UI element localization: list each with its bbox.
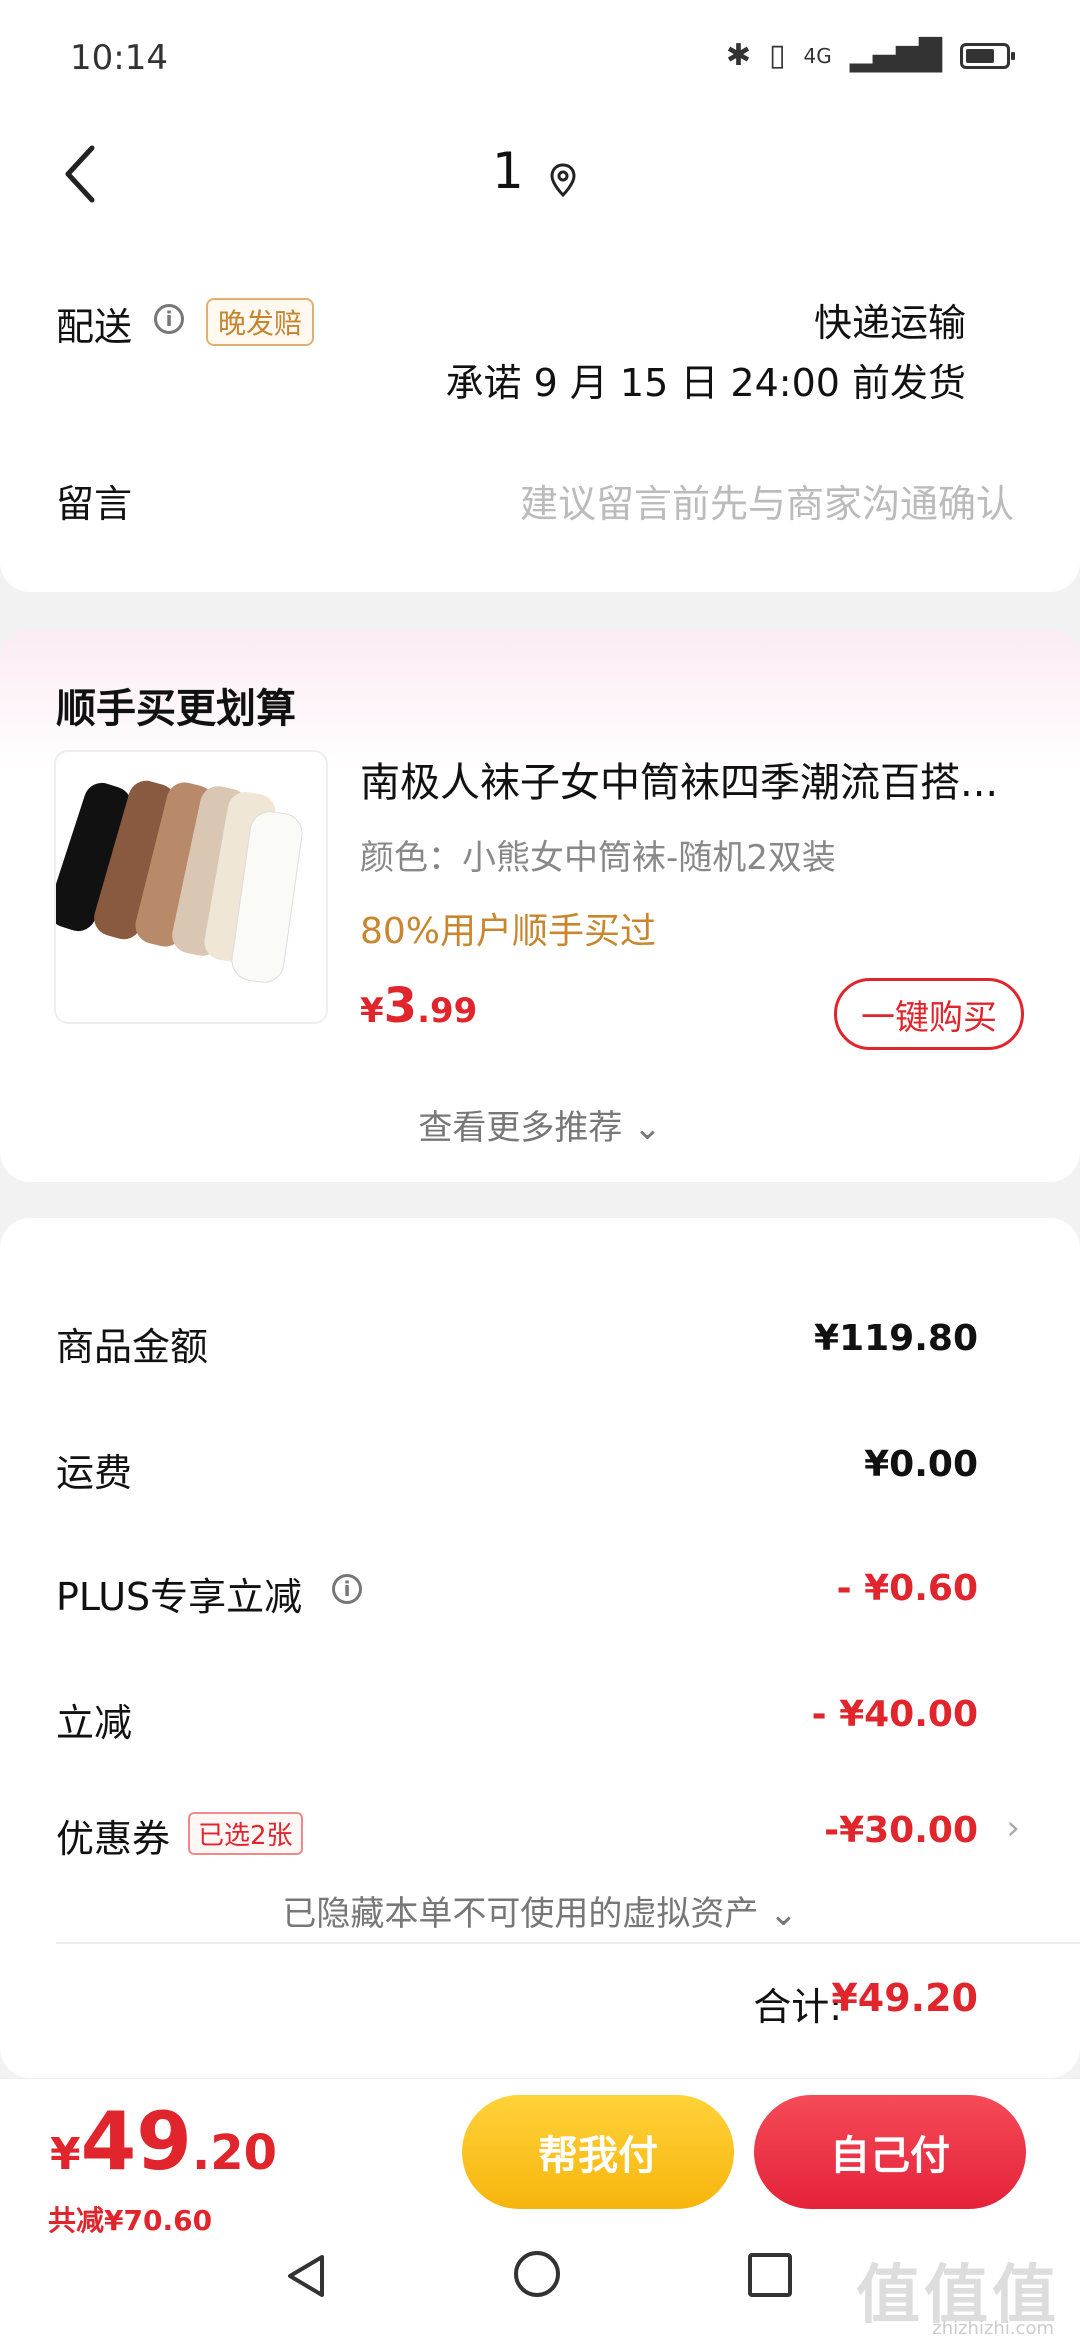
socks-illustration — [56, 780, 303, 983]
plus-info-icon[interactable]: i — [332, 1574, 362, 1604]
shipping-value: ¥0.00 — [864, 1444, 978, 1485]
bluetooth-icon: ✱ — [725, 38, 751, 73]
help-me-pay-button[interactable]: 帮我付 — [462, 2095, 734, 2209]
note-label: 留言 — [56, 482, 133, 526]
product-buy-rate: 80%用户顺手买过 — [360, 911, 657, 952]
delivery-label: 配送 — [56, 305, 133, 349]
status-time: 10:14 — [70, 38, 168, 78]
watermark-url: zhizhizhi.com — [932, 2318, 1054, 2339]
price-integer: 3 — [383, 978, 418, 1034]
price-decimal: .99 — [417, 991, 478, 1031]
one-click-buy-button[interactable]: 一键购买 — [834, 978, 1024, 1050]
bottom-total-price: ¥49.20 — [50, 2095, 277, 2188]
chevron-right-icon[interactable]: › — [1006, 1808, 1020, 1848]
note-input[interactable]: 建议留言前先与商家沟通确认 — [520, 473, 1014, 528]
nav-home-icon[interactable] — [514, 2251, 560, 2297]
price-currency: ¥ — [360, 991, 384, 1031]
goods-amount-label: 商品金额 — [56, 1325, 209, 1369]
addon-card: 顺手买更划算 南极人袜子女中筒袜四季潮流百搭... 颜色：小熊女中筒袜-随机2双… — [0, 630, 1080, 1182]
product-image[interactable] — [54, 750, 328, 1024]
shipping-label: 运费 — [56, 1451, 133, 1495]
total-saved: 共减¥70.60 — [48, 2204, 213, 2237]
delivery-card: 配送 i 晚发赔 快递运输 承诺 9 月 15 日 24:00 前发货 留言 建… — [0, 230, 1080, 592]
battery-icon — [960, 42, 1015, 69]
bottom-price-decimal: .20 — [191, 2125, 277, 2181]
status-icons: ✱ ▯ 4G ▂▄▆█ — [725, 38, 1015, 73]
nav-recent-apps-icon[interactable] — [748, 2253, 792, 2297]
address-title[interactable]: 1 — [492, 142, 524, 200]
info-icon[interactable]: i — [154, 304, 184, 334]
product-price: ¥3.99 — [360, 978, 477, 1034]
product-spec: 颜色：小熊女中筒袜-随机2双装 — [360, 838, 836, 878]
coupon-label[interactable]: 优惠券 — [56, 1808, 170, 1863]
signal-icon: ▂▄▆█ — [849, 38, 942, 73]
product-title[interactable]: 南极人袜子女中筒袜四季潮流百搭... — [360, 750, 1020, 808]
divider — [56, 1942, 1080, 1944]
instant-discount-label: 立减 — [56, 1701, 133, 1745]
location-pin-icon — [550, 163, 576, 198]
plus-discount-label: PLUS专享立减 — [56, 1575, 303, 1619]
price-summary-card: 商品金额 ¥119.80 运费 ¥0.00 PLUS专享立减 i - ¥0.60… — [0, 1218, 1080, 2078]
status-bar: 10:14 ✱ ▯ 4G ▂▄▆█ — [0, 0, 1080, 120]
nav-back-icon[interactable] — [282, 2251, 332, 2301]
addon-title: 顺手买更划算 — [56, 686, 296, 732]
coupon-value[interactable]: -¥30.00 — [824, 1810, 978, 1851]
delivery-method[interactable]: 快递运输 — [814, 292, 966, 347]
back-arrow-icon[interactable] — [60, 144, 100, 204]
vibrate-icon: ▯ — [768, 38, 786, 73]
hidden-assets-toggle[interactable]: 已隐藏本单不可使用的虚拟资产 ⌄ — [0, 1886, 1080, 1935]
plus-discount-value: - ¥0.60 — [836, 1568, 978, 1609]
bottom-price-currency: ¥ — [50, 2129, 81, 2180]
coupon-selected-badge: 已选2张 — [188, 1812, 303, 1855]
late-compensation-badge: 晚发赔 — [206, 298, 315, 346]
bottom-price-integer: 49 — [80, 2095, 192, 2188]
goods-amount-value: ¥119.80 — [814, 1318, 978, 1359]
top-header: 1 — [0, 120, 1080, 230]
total-value: ¥49.20 — [831, 1976, 978, 2020]
more-recommendations-link[interactable]: 查看更多推荐 ⌄ — [0, 1100, 1080, 1149]
delivery-promise: 承诺 9 月 15 日 24:00 前发货 — [445, 361, 966, 405]
network-label: 4G — [803, 43, 832, 68]
total-label: 合计: — [753, 1985, 842, 2029]
instant-discount-value: - ¥40.00 — [811, 1694, 978, 1735]
pay-myself-button[interactable]: 自己付 — [754, 2095, 1026, 2209]
